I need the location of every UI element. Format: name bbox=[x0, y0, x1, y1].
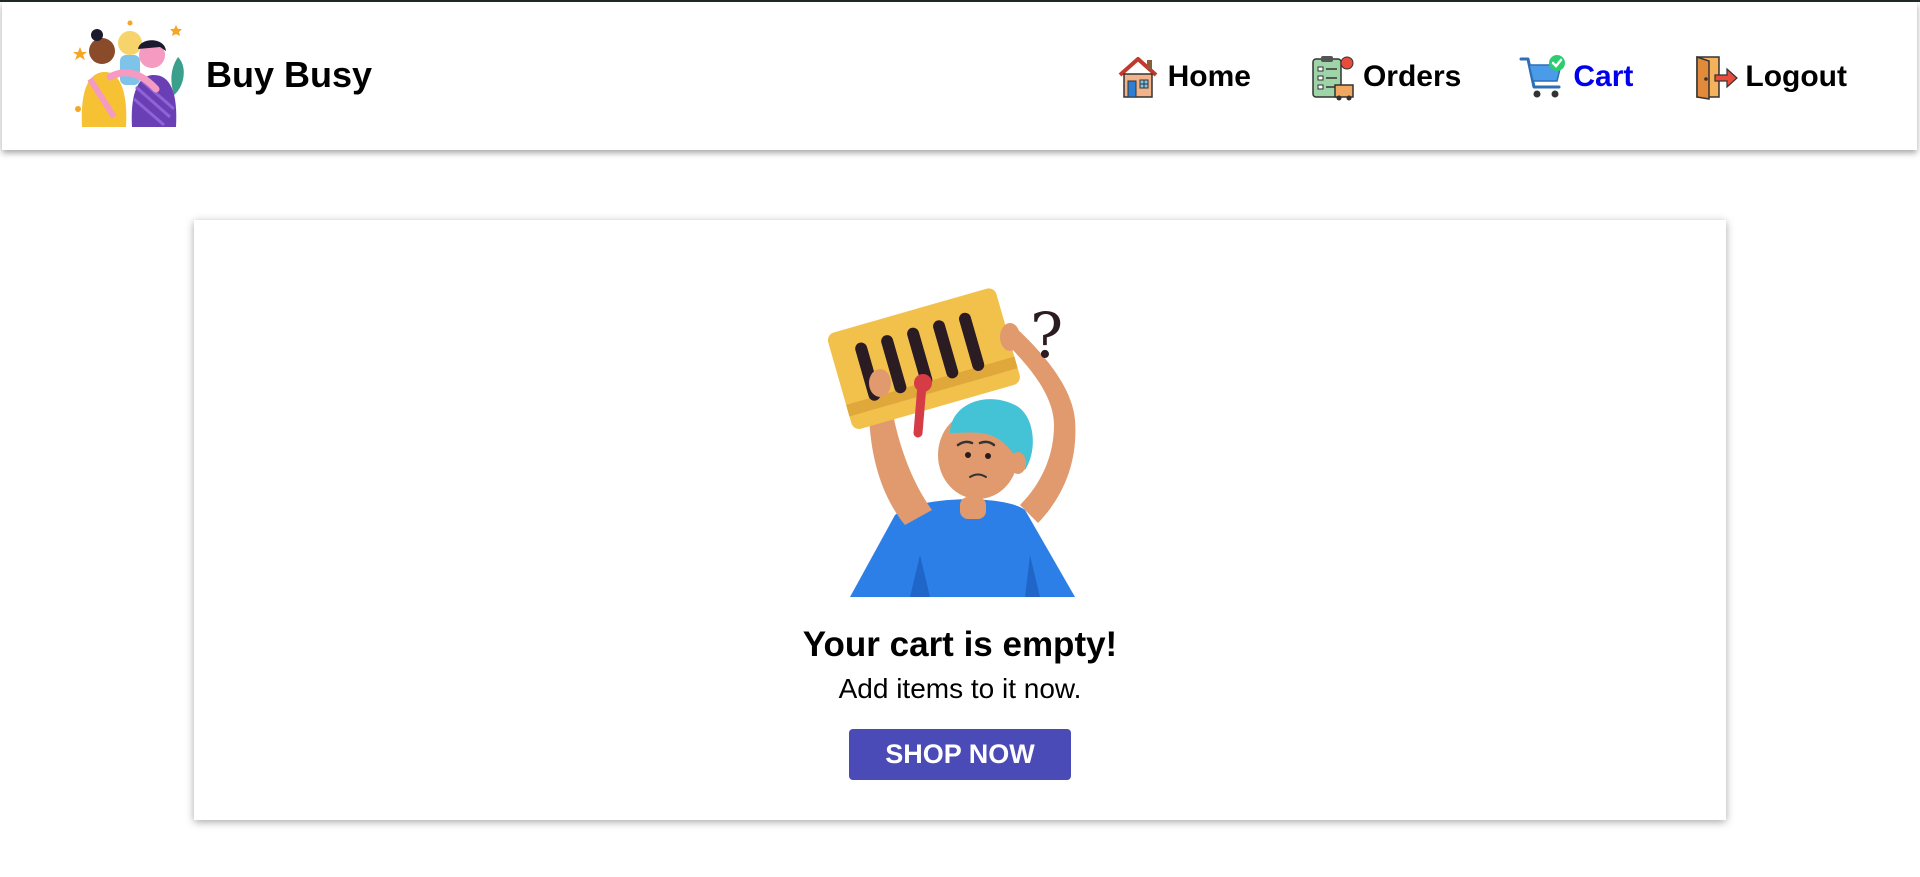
nav-link-orders[interactable]: Orders bbox=[1309, 53, 1461, 101]
cart-icon bbox=[1519, 55, 1566, 98]
nav-link-home[interactable]: Home bbox=[1114, 53, 1251, 101]
empty-basket-illustration: ? bbox=[827, 288, 1076, 597]
empty-cart-title: Your cart is empty! bbox=[802, 625, 1118, 664]
nav-label-home: Home bbox=[1167, 60, 1251, 93]
empty-cart-subtitle: Add items to it now. bbox=[838, 673, 1082, 704]
svg-text:?: ? bbox=[1030, 299, 1063, 372]
brand-name: Buy Busy bbox=[206, 53, 373, 95]
shop-now-button[interactable]: SHOP NOW bbox=[849, 729, 1071, 780]
nav-link-logout[interactable]: Logout bbox=[1691, 53, 1847, 101]
orders-icon bbox=[1312, 56, 1354, 101]
navbar: Buy Busy Home Orders Cart Logout bbox=[2, 2, 1917, 150]
empty-cart-card: ? Your cart is empty! Add items to it no… bbox=[194, 220, 1726, 820]
brand-link[interactable]: Buy Busy bbox=[70, 17, 372, 132]
nav-label-orders: Orders bbox=[1362, 60, 1462, 93]
nav-label-cart: Cart bbox=[1573, 60, 1634, 93]
home-icon bbox=[1118, 57, 1157, 98]
brand-logo-icon bbox=[73, 20, 184, 127]
nav-link-cart[interactable]: Cart bbox=[1519, 53, 1633, 101]
logout-icon bbox=[1696, 55, 1739, 100]
nav-links: Home Orders Cart Logout bbox=[1114, 50, 1847, 104]
nav-label-logout: Logout bbox=[1745, 60, 1847, 93]
